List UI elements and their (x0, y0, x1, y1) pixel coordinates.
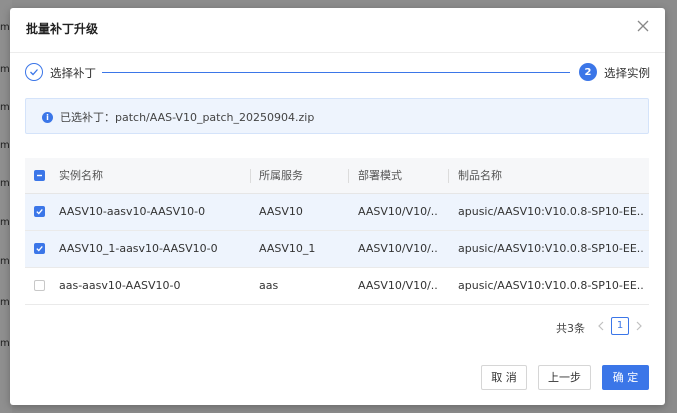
table-row[interactable]: AASV10_1-aasv10-AASV10-0 AASV10_1 AASV10… (25, 231, 649, 268)
chevron-right-icon[interactable] (634, 319, 644, 333)
column-separator (348, 169, 349, 183)
column-header-service[interactable]: 所属服务 (259, 158, 349, 193)
close-icon[interactable] (635, 18, 651, 34)
row-checkbox[interactable] (34, 243, 45, 254)
product-name: apusic/AASV10:V10.0.8-SP10-EE... (458, 242, 644, 255)
dialog-title: 批量补丁升级 (26, 22, 99, 36)
pagination-total: 共3条 (556, 322, 585, 335)
column-header-instance-name[interactable]: 实例名称 (59, 158, 239, 193)
column-header-product-name[interactable]: 制品名称 (458, 158, 644, 193)
instance-name: AASV10-aasv10-AASV10-0 (59, 205, 206, 218)
confirm-button[interactable]: 确 定 (602, 365, 649, 390)
table-header: 实例名称 所属服务 部署模式 制品名称 (25, 158, 649, 194)
table-row[interactable]: AASV10-aasv10-AASV10-0 AASV10 AASV10/V10… (25, 194, 649, 231)
step-1-label: 选择补丁 (50, 66, 96, 80)
chevron-left-icon[interactable] (596, 319, 606, 333)
row-checkbox[interactable] (34, 280, 45, 291)
column-header-deploy-mode[interactable]: 部署模式 (358, 158, 438, 193)
deploy-mode: AASV10/V10/... (358, 205, 438, 218)
step-connector (102, 72, 570, 73)
table-row[interactable]: aas-aasv10-AASV10-0 aas AASV10/V10/... a… (25, 268, 649, 305)
batch-patch-upgrade-dialog: 批量补丁升级 选择补丁 2 选择实例 i 已选补丁：patch/AAS-V10_… (10, 8, 665, 405)
header-divider (10, 52, 665, 53)
selected-patch-alert: i 已选补丁：patch/AAS-V10_patch_20250904.zip (25, 98, 649, 134)
deploy-mode: AASV10/V10/... (358, 279, 438, 292)
column-separator (250, 169, 251, 183)
row-checkbox[interactable] (34, 206, 45, 217)
select-all-checkbox[interactable] (34, 170, 45, 181)
previous-step-button[interactable]: 上一步 (538, 365, 591, 390)
instance-table: 实例名称 所属服务 部署模式 制品名称 AASV10-aasv10-AASV10… (25, 158, 649, 305)
info-icon: i (42, 112, 53, 123)
step-2-number: 2 (579, 63, 597, 81)
pagination-page-button[interactable]: 1 (611, 317, 629, 335)
step-2-label: 选择实例 (604, 66, 650, 80)
service-name: aas (259, 279, 279, 292)
instance-name: aas-aasv10-AASV10-0 (59, 279, 181, 292)
selected-patch-text: 已选补丁：patch/AAS-V10_patch_20250904.zip (60, 111, 315, 124)
deploy-mode: AASV10/V10/... (358, 242, 438, 255)
product-name: apusic/AASV10:V10.0.8-SP10-EE... (458, 205, 644, 218)
service-name: AASV10_1 (259, 242, 316, 255)
service-name: AASV10 (259, 205, 303, 218)
instance-name: AASV10_1-aasv10-AASV10-0 (59, 242, 218, 255)
cancel-button[interactable]: 取 消 (481, 365, 527, 390)
column-separator (448, 169, 449, 183)
product-name: apusic/AASV10:V10.0.8-SP10-EE... (458, 279, 644, 292)
step-1-check-icon (25, 63, 43, 81)
